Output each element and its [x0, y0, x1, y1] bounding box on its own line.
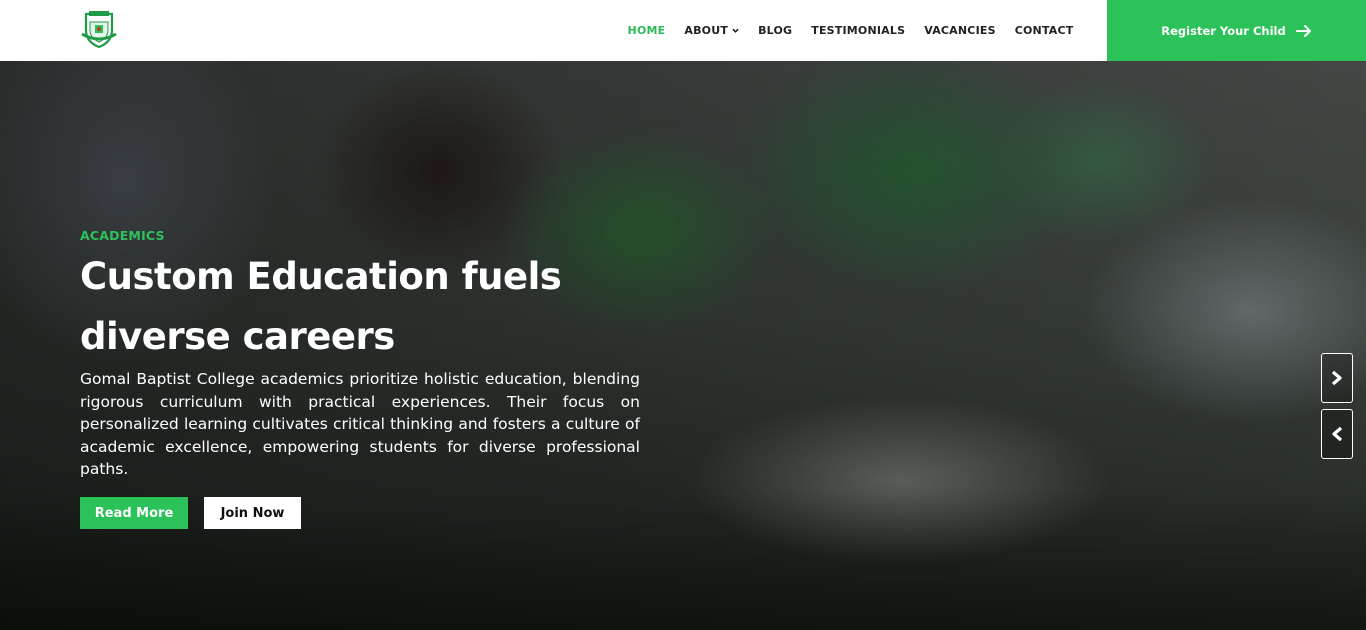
- nav-home[interactable]: HOME: [618, 24, 675, 37]
- chevron-left-icon: [1332, 426, 1343, 442]
- school-logo[interactable]: [78, 8, 120, 50]
- read-more-button[interactable]: Read More: [80, 497, 188, 529]
- arrow-right-icon: [1295, 24, 1311, 37]
- hero-headline: Custom Education fuels diverse careers: [80, 255, 562, 358]
- main-nav: HOME ABOUT BLOG TESTIMONIALS VACANCIES C…: [618, 0, 1083, 61]
- nav-testimonials[interactable]: TESTIMONIALS: [802, 24, 915, 37]
- nav-about-label: ABOUT: [684, 24, 729, 37]
- nav-vacancies[interactable]: VACANCIES: [915, 24, 1005, 37]
- nav-blog[interactable]: BLOG: [749, 24, 802, 37]
- nav-home-label: HOME: [627, 24, 666, 37]
- nav-about[interactable]: ABOUT: [675, 24, 749, 37]
- site-header: HOME ABOUT BLOG TESTIMONIALS VACANCIES C…: [0, 0, 1366, 61]
- join-now-button[interactable]: Join Now: [204, 497, 301, 529]
- hero-description: Gomal Baptist College academics prioriti…: [80, 370, 640, 478]
- hero-slider: ACADEMICS Custom Education fuels diverse…: [0, 61, 1366, 630]
- chevron-down-icon: [732, 28, 739, 33]
- nav-vacancies-label: VACANCIES: [924, 24, 996, 37]
- register-child-button[interactable]: Register Your Child: [1107, 0, 1366, 61]
- slider-next-button[interactable]: [1321, 353, 1353, 403]
- chevron-right-icon: [1331, 370, 1342, 386]
- register-child-label: Register Your Child: [1161, 23, 1286, 38]
- nav-testimonials-label: TESTIMONIALS: [811, 24, 906, 37]
- hero-kicker: ACADEMICS: [80, 228, 165, 243]
- nav-blog-label: BLOG: [758, 24, 793, 37]
- nav-contact[interactable]: CONTACT: [1005, 24, 1083, 37]
- slider-prev-button[interactable]: [1321, 409, 1353, 459]
- nav-contact-label: CONTACT: [1014, 24, 1074, 37]
- crest-icon: [81, 11, 117, 49]
